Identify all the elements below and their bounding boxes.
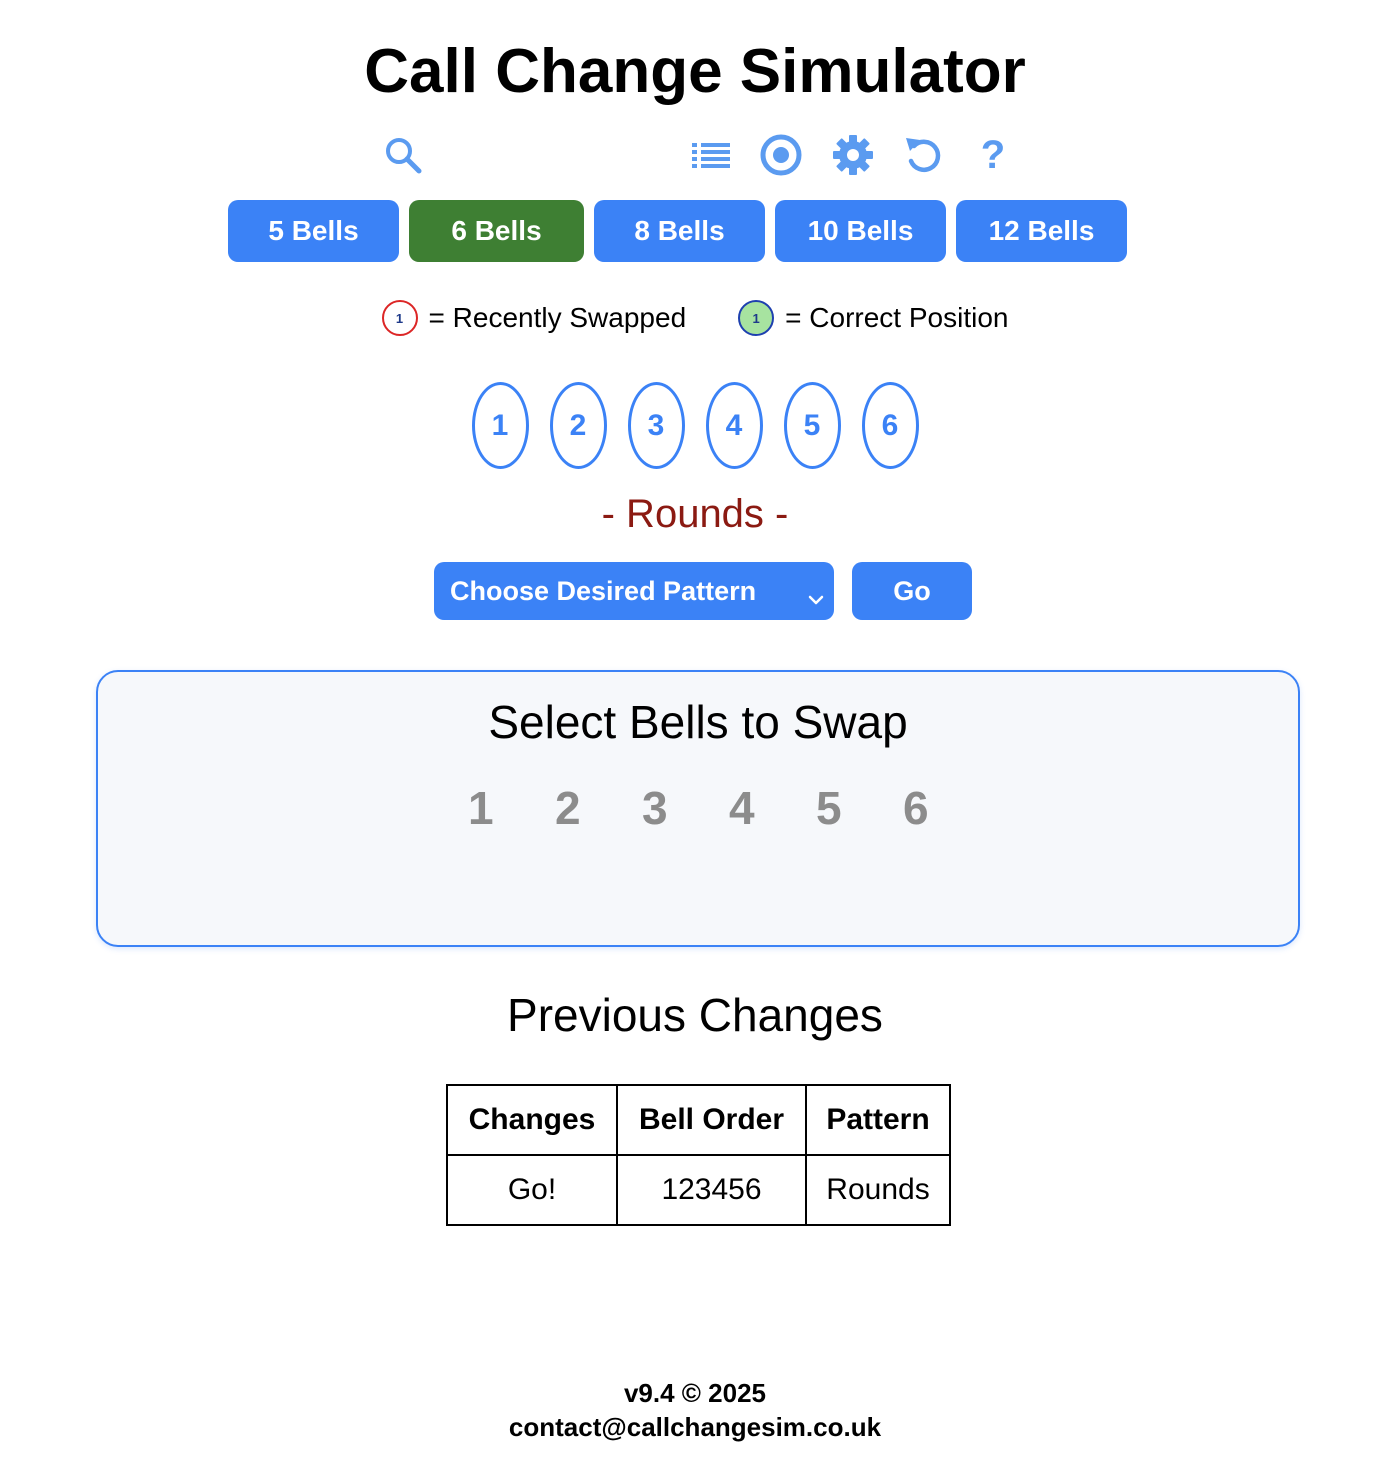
contact-email[interactable]: contact@callchangesim.co.uk	[0, 1410, 1390, 1444]
list-icon[interactable]	[688, 132, 734, 178]
six-bells-button[interactable]: 6 Bells	[409, 200, 584, 262]
page-title: Call Change Simulator	[364, 37, 1026, 106]
table-row: Go! 123456 Rounds	[446, 1154, 951, 1226]
twelve-bells-button[interactable]: 12 Bells	[956, 200, 1127, 262]
column-header-changes: Changes	[446, 1084, 618, 1156]
eight-bells-button[interactable]: 8 Bells	[594, 200, 765, 262]
legend-recently-swapped: 1 = Recently Swapped	[381, 300, 687, 336]
cell-pattern: Rounds	[805, 1154, 951, 1226]
go-button[interactable]: Go	[852, 562, 972, 620]
search-icon[interactable]	[380, 132, 426, 178]
undo-icon[interactable]	[900, 132, 946, 178]
bell-2[interactable]: 2	[549, 382, 607, 469]
previous-changes-table: Changes Bell Order Pattern Go! 123456 Ro…	[446, 1084, 951, 1226]
gear-icon[interactable]	[830, 132, 876, 178]
chevron-down-icon	[808, 582, 824, 613]
target-icon[interactable]	[758, 132, 804, 178]
swap-panel: Select Bells to Swap 1 2 3 4 5 6	[96, 670, 1300, 947]
correct-position-swatch: 1	[738, 300, 775, 336]
ten-bells-button[interactable]: 10 Bells	[775, 200, 946, 262]
footer: v9.4 © 2025 contact@callchangesim.co.uk	[0, 1376, 1390, 1444]
column-header-bell-order: Bell Order	[616, 1084, 807, 1156]
previous-changes-title: Previous Changes	[507, 989, 883, 1041]
recently-swapped-swatch: 1	[381, 300, 418, 336]
swap-number-row: 1 2 3 4 5 6	[468, 780, 990, 836]
bell-5[interactable]: 5	[783, 382, 841, 469]
swap-number-3[interactable]: 3	[642, 780, 729, 836]
pattern-select-value: Choose Desired Pattern	[450, 575, 757, 606]
swap-number-1[interactable]: 1	[468, 780, 555, 836]
current-pattern-label: - Rounds -	[601, 492, 789, 536]
help-icon[interactable]: ?	[970, 132, 1016, 178]
five-bells-button[interactable]: 5 Bells	[228, 200, 399, 262]
bell-1[interactable]: 1	[471, 382, 529, 469]
version-text: v9.4 © 2025	[623, 1378, 767, 1408]
bell-row: 1 2 3 4 5 6	[0, 382, 1390, 469]
legend: 1 = Recently Swapped 1 = Correct Positio…	[0, 300, 1390, 336]
bell-count-selector: 5 Bells 6 Bells 8 Bells 10 Bells 12 Bell…	[228, 200, 1127, 262]
swap-number-6[interactable]: 6	[903, 780, 990, 836]
swap-number-5[interactable]: 5	[816, 780, 903, 836]
legend-correct-position: 1 = Correct Position	[738, 300, 1008, 336]
cell-bell-order: 123456	[616, 1154, 807, 1226]
recently-swapped-label: = Recently Swapped	[428, 302, 687, 333]
bell-6[interactable]: 6	[861, 382, 919, 469]
swap-number-2[interactable]: 2	[555, 780, 642, 836]
column-header-pattern: Pattern	[805, 1084, 951, 1156]
bell-3[interactable]: 3	[627, 382, 685, 469]
swap-number-4[interactable]: 4	[729, 780, 816, 836]
pattern-select[interactable]: Choose Desired Pattern	[434, 562, 834, 620]
table-header-row: Changes Bell Order Pattern	[446, 1084, 951, 1156]
swap-panel-title: Select Bells to Swap	[488, 696, 908, 748]
bell-4[interactable]: 4	[705, 382, 763, 469]
cell-changes: Go!	[446, 1154, 618, 1226]
correct-position-label: = Correct Position	[785, 302, 1009, 333]
